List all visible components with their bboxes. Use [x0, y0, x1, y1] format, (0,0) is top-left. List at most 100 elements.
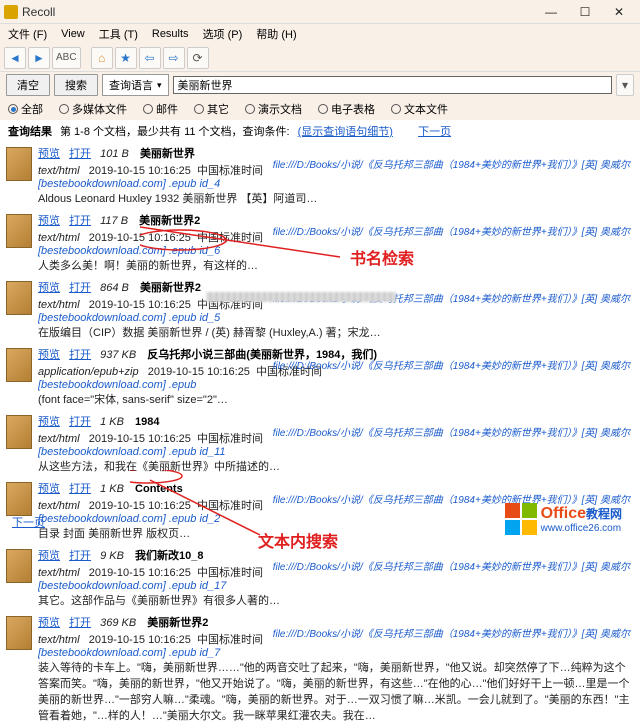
status-range: 第 1-8 个文档，最少共有 11 个文档，查询条件: — [60, 123, 290, 139]
result-title: 美丽新世界2 — [140, 282, 201, 294]
preview-link[interactable]: 预览 — [38, 148, 60, 160]
result-snippet: 其它。这部作品与《美丽新世界》有很多人著的… — [38, 592, 634, 608]
result-abstract: 中国标准时间 — [197, 567, 263, 579]
preview-link[interactable]: 预览 — [38, 483, 60, 495]
result-source: [bestebookdownload.com] .epub id_17 — [38, 580, 634, 592]
open-link[interactable]: 打开 — [69, 416, 91, 428]
query-detail-link[interactable]: (显示查询语句细节) — [298, 123, 393, 139]
query-lang-combo[interactable]: 查询语言 — [102, 74, 169, 96]
result-title: 美丽新世界 — [140, 148, 195, 160]
result-abstract: 中国标准时间 — [197, 232, 263, 244]
next-page-button[interactable]: ⇨ — [163, 47, 185, 69]
open-link[interactable]: 打开 — [69, 215, 91, 227]
result-size: 937 KB — [100, 349, 136, 361]
result-source: [bestebookdownload.com] .epub id_4 — [38, 178, 634, 190]
result-mime: text/html — [38, 634, 80, 646]
result-mime: text/html — [38, 567, 80, 579]
result-date: 2019-10-15 10:16:25 — [89, 165, 191, 177]
open-link[interactable]: 打开 — [69, 550, 91, 562]
result-date: 2019-10-15 10:16:25 — [89, 299, 191, 311]
preview-link[interactable]: 预览 — [38, 416, 60, 428]
filter-text[interactable]: 文本文件 — [391, 101, 448, 117]
search-input[interactable] — [173, 76, 612, 94]
result-item: 预览 打开 117 B 美丽新世界2 text/html 2019-10-15 … — [4, 209, 636, 276]
book-icon — [6, 616, 32, 650]
filter-mail[interactable]: 邮件 — [143, 101, 178, 117]
result-size: 117 B — [100, 215, 128, 227]
preview-link[interactable]: 预览 — [38, 215, 60, 227]
filter-media[interactable]: 多媒体文件 — [59, 101, 127, 117]
close-button[interactable]: ✕ — [602, 1, 636, 23]
result-size: 864 B — [100, 282, 129, 294]
forward-button[interactable]: ► — [28, 47, 50, 69]
result-item: 预览 打开 101 B 美丽新世界 text/html 2019-10-15 1… — [4, 142, 636, 209]
nextpage-link-top[interactable]: 下一页 — [418, 123, 451, 139]
status-line: 查询结果 第 1-8 个文档，最少共有 11 个文档，查询条件: (显示查询语句… — [0, 120, 640, 142]
menu-file[interactable]: 文件 (F) — [4, 25, 51, 43]
result-mime: text/html — [38, 299, 80, 311]
preview-link[interactable]: 预览 — [38, 550, 60, 562]
status-label: 查询结果 — [8, 123, 52, 139]
search-button[interactable]: 搜索 — [54, 74, 98, 96]
open-link[interactable]: 打开 — [69, 617, 91, 629]
result-title: Contents — [135, 483, 183, 495]
filter-other[interactable]: 其它 — [194, 101, 229, 117]
result-abstract: 中国标准时间 — [197, 634, 263, 646]
clear-button[interactable]: 清空 — [6, 74, 50, 96]
result-item: 预览 打开 864 B 美丽新世界2 text/html 2019-10-15 … — [4, 276, 636, 343]
result-mime: application/epub+zip — [38, 366, 139, 378]
star-button[interactable]: ★ — [115, 47, 137, 69]
result-date: 2019-10-15 10:16:25 — [89, 500, 191, 512]
result-mime: text/html — [38, 232, 80, 244]
result-filepath: file:///D:/Books/小说/《反乌托邦三部曲（1984+美妙的新世界… — [273, 558, 630, 573]
preview-link[interactable]: 预览 — [38, 282, 60, 294]
open-link[interactable]: 打开 — [69, 483, 91, 495]
result-size: 1 KB — [100, 483, 124, 495]
watermark-logo: Office教程网 www.office26.com — [505, 503, 622, 535]
result-abstract: 中国标准时间 — [197, 500, 263, 512]
menu-options[interactable]: 选项 (P) — [199, 25, 247, 43]
filter-slides[interactable]: 演示文档 — [245, 101, 302, 117]
abc-button[interactable]: ABC — [52, 47, 81, 69]
footer: 下一页 — [4, 510, 53, 534]
open-link[interactable]: 打开 — [69, 349, 91, 361]
result-item: 预览 打开 937 KB 反乌托邦小说三部曲(美丽新世界，1984，我们) ap… — [4, 343, 636, 410]
book-icon — [6, 415, 32, 449]
result-snippet: 人类多么美！啊！美丽的新世界，有这样的… — [38, 257, 634, 273]
home-button[interactable]: ⌂ — [91, 47, 113, 69]
preview-link[interactable]: 预览 — [38, 617, 60, 629]
filter-all[interactable]: 全部 — [8, 101, 43, 117]
open-link[interactable]: 打开 — [69, 282, 91, 294]
refresh-button[interactable]: ⟳ — [187, 47, 209, 69]
menu-tools[interactable]: 工具 (T) — [95, 25, 142, 43]
menubar: 文件 (F) View 工具 (T) Results 选项 (P) 帮助 (H) — [0, 24, 640, 44]
searchbar: 清空 搜索 查询语言 ▾ — [0, 72, 640, 98]
back-button[interactable]: ◄ — [4, 47, 26, 69]
result-filepath: file:///D:/Books/小说/《反乌托邦三部曲（1984+美妙的新世界… — [273, 625, 630, 640]
result-source: [bestebookdownload.com] .epub id_5 — [38, 312, 634, 324]
result-date: 2019-10-15 10:16:25 — [89, 433, 191, 445]
preview-link[interactable]: 预览 — [38, 349, 60, 361]
result-snippet: Aldous Leonard Huxley 1932 美丽新世界 【英】阿道司… — [38, 190, 634, 206]
result-snippet: 在版编目（CIP）数据 美丽新世界 / (英) 赫胥黎 (Huxley,A.) … — [38, 324, 634, 340]
search-dropdown-icon[interactable]: ▾ — [616, 74, 634, 96]
result-item: 预览 打开 1 KB 1984 text/html 2019-10-15 10:… — [4, 410, 636, 477]
office-grid-icon — [505, 503, 537, 535]
open-link[interactable]: 打开 — [69, 148, 91, 160]
result-title: 美丽新世界2 — [147, 617, 208, 629]
result-filepath: file:///D:/Books/小说/《反乌托邦三部曲（1984+美妙的新世界… — [273, 156, 630, 171]
minimize-button[interactable]: — — [534, 1, 568, 23]
menu-help[interactable]: 帮助 (H) — [252, 25, 300, 43]
menu-view[interactable]: View — [57, 27, 89, 41]
maximize-button[interactable]: ☐ — [568, 1, 602, 23]
prev-page-button[interactable]: ⇦ — [139, 47, 161, 69]
logo-text-office: Office — [541, 505, 586, 522]
result-date: 2019-10-15 10:16:25 — [148, 366, 250, 378]
result-source: [bestebookdownload.com] .epub id_7 — [38, 647, 634, 659]
menu-results[interactable]: Results — [148, 27, 193, 41]
filter-sheet[interactable]: 电子表格 — [318, 101, 375, 117]
book-icon — [6, 214, 32, 248]
logo-url: www.office26.com — [541, 523, 622, 534]
book-icon — [6, 348, 32, 382]
nextpage-link-bottom[interactable]: 下一页 — [12, 517, 45, 529]
